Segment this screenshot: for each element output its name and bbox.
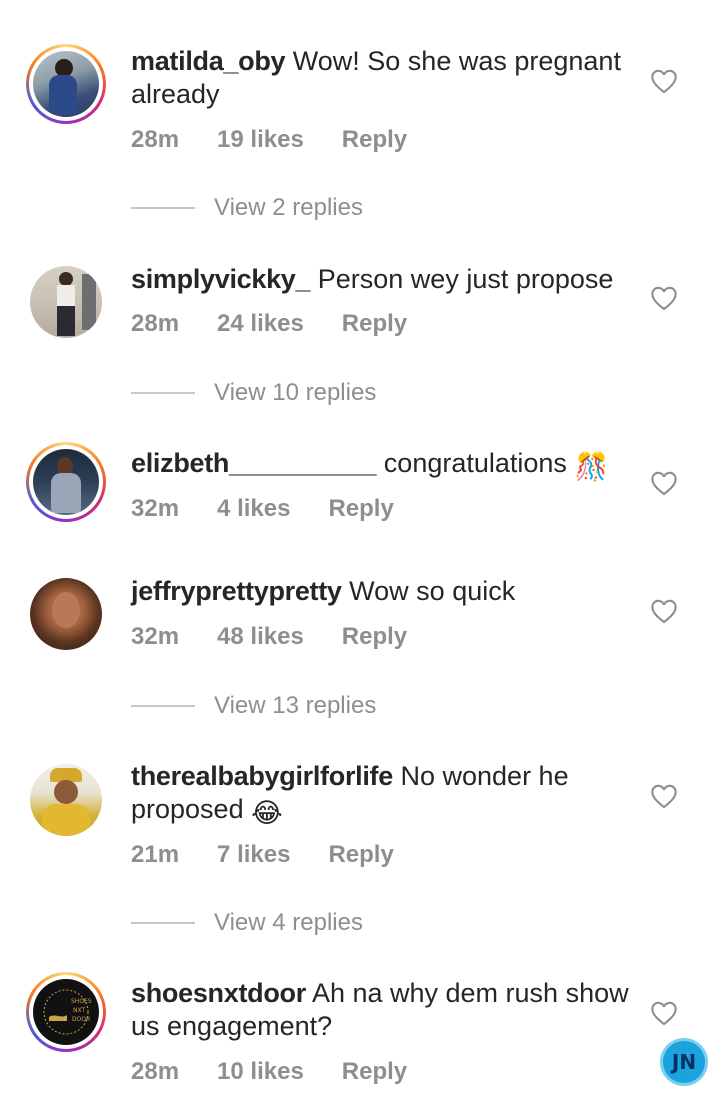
comment-body: congratulations (383, 448, 567, 478)
view-replies-button[interactable]: View 10 replies (131, 379, 376, 407)
username[interactable]: matilda_oby (131, 46, 286, 76)
divider (131, 705, 195, 707)
likes-count[interactable]: 24 likes (217, 310, 304, 338)
heart-icon[interactable] (650, 1000, 678, 1026)
comment-time: 28m (131, 1058, 180, 1085)
username[interactable]: elizbeth__________ (131, 448, 377, 478)
avatar[interactable] (30, 266, 102, 338)
avatar[interactable] (30, 764, 102, 836)
comment-time: 28m (131, 126, 180, 153)
comment-time: 21m (131, 841, 180, 868)
divider (131, 207, 195, 209)
username[interactable]: jeffryprettypretty (131, 576, 342, 606)
likes-count[interactable]: 10 likes (217, 1058, 304, 1086)
comment-text: elizbeth__________ congratulations 🎊 (131, 447, 636, 484)
comment-meta: 28m 19 likes Reply (131, 126, 407, 154)
reply-button[interactable]: Reply (342, 623, 407, 651)
comment-text: jeffryprettypretty Wow so quick (131, 575, 636, 608)
divider (131, 392, 195, 394)
likes-count[interactable]: 19 likes (217, 126, 304, 154)
comment-time: 32m (131, 623, 180, 650)
comment-meta: 28m 24 likes Reply (131, 310, 407, 338)
view-replies-button[interactable]: View 13 replies (131, 692, 376, 720)
comment-time: 28m (131, 310, 180, 337)
heart-icon[interactable] (650, 598, 678, 624)
comment-body: Person wey just propose (317, 264, 614, 294)
comment-meta: 32m 48 likes Reply (131, 623, 407, 651)
reply-button[interactable]: Reply (328, 841, 393, 869)
watermark-logo: JN (660, 1038, 708, 1086)
shoes-nxt-door-logo: SHOES NXT DOOR (43, 989, 92, 1035)
reply-button[interactable]: Reply (342, 1058, 407, 1086)
likes-count[interactable]: 48 likes (217, 623, 304, 651)
view-replies-button[interactable]: View 2 replies (131, 194, 363, 222)
likes-count[interactable]: 7 likes (217, 841, 290, 869)
svg-text:DOOR: DOOR (72, 1016, 90, 1023)
avatar[interactable] (26, 442, 106, 522)
comment-meta: 21m 7 likes Reply (131, 841, 394, 869)
svg-text:SHOES: SHOES (71, 998, 92, 1005)
view-replies-label: View 4 replies (214, 909, 363, 936)
comment-text: shoesnxtdoor Ah na why dem rush show us … (131, 977, 636, 1043)
reply-button[interactable]: Reply (342, 126, 407, 154)
reply-button[interactable]: Reply (328, 495, 393, 523)
comment-body: Wow so quick (349, 576, 516, 606)
laughing-emoji-icon: 😂 (251, 798, 283, 828)
avatar[interactable] (26, 44, 106, 124)
heart-icon[interactable] (650, 68, 678, 94)
likes-count[interactable]: 4 likes (217, 495, 290, 523)
divider (131, 922, 195, 924)
avatar[interactable]: SHOES NXT DOOR (26, 972, 106, 1052)
username[interactable]: simplyvickky_ (131, 264, 311, 294)
view-replies-label: View 10 replies (214, 379, 377, 406)
heart-icon[interactable] (650, 783, 678, 809)
comment-text: matilda_oby Wow! So she was pregnant alr… (131, 45, 636, 111)
confetti-emoji-icon: 🎊 (574, 452, 609, 482)
reply-button[interactable]: Reply (342, 310, 407, 338)
comment-meta: 28m 10 likes Reply (131, 1058, 407, 1086)
avatar[interactable] (30, 578, 102, 650)
heart-icon[interactable] (650, 285, 678, 311)
view-replies-button[interactable]: View 4 replies (131, 909, 363, 937)
comment-text: simplyvickky_ Person wey just propose (131, 263, 636, 296)
comment-meta: 32m 4 likes Reply (131, 495, 394, 523)
comment-text: therealbabygirlforlife No wonder he prop… (131, 760, 636, 830)
username[interactable]: therealbabygirlforlife (131, 761, 393, 791)
svg-text:NXT: NXT (73, 1007, 85, 1014)
view-replies-label: View 2 replies (214, 194, 363, 221)
comment-time: 32m (131, 495, 180, 522)
view-replies-label: View 13 replies (214, 692, 377, 719)
heart-icon[interactable] (650, 470, 678, 496)
username[interactable]: shoesnxtdoor (131, 978, 306, 1008)
